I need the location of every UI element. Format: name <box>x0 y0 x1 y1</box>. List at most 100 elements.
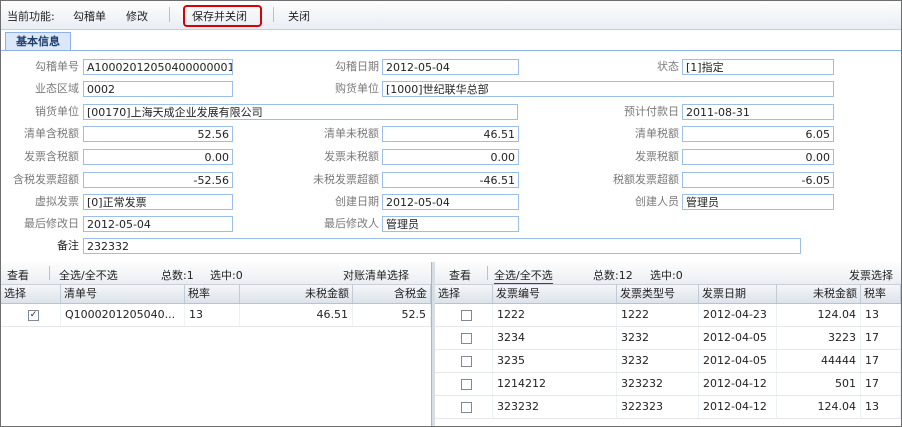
over-tax-label: 税额发票超额 <box>613 173 679 186</box>
invoice-type-cell: 3232 <box>617 350 699 372</box>
row-checkbox[interactable] <box>461 356 472 367</box>
save-close-button[interactable]: 保存并关闭 <box>192 8 247 24</box>
left-col-select[interactable]: 选择 <box>1 285 61 303</box>
amount-cell: 501 <box>777 373 861 395</box>
select-cell <box>435 304 493 326</box>
table-row[interactable]: ✓ Q1000201205040... 13 46.51 52.5 <box>1 304 431 327</box>
amount-cell: 44444 <box>777 350 861 372</box>
rate-cell: 17 <box>861 373 901 395</box>
left-view-button[interactable]: 查看 <box>7 267 29 283</box>
list-selection-panel: 查看 全选/全不选 总数:1 选中:0 对账清单选择 选择 清单号 税率 未税金… <box>1 262 431 426</box>
left-grid-title: 对账清单选择 <box>343 269 409 282</box>
doc-date-field[interactable]: 2012-05-04 <box>382 59 519 75</box>
amount-cell: 3223 <box>777 327 861 349</box>
invoice-date-cell: 2012-04-05 <box>699 350 777 372</box>
row-checkbox[interactable] <box>461 402 472 413</box>
right-grid-title: 发票选择 <box>849 269 893 282</box>
toolbar-divider <box>273 7 274 22</box>
biz-area-label: 业态区域 <box>35 82 79 95</box>
tab-basic-info[interactable]: 基本信息 <box>5 32 71 50</box>
table-row[interactable]: 3234 3232 2012-04-05 3223 17 <box>435 327 901 350</box>
remark-field[interactable]: 232332 <box>83 238 801 254</box>
over-tax-excl-field[interactable]: -46.51 <box>382 172 519 188</box>
left-col-list-no[interactable]: 清单号 <box>61 285 185 303</box>
invoice-type-cell: 1222 <box>617 304 699 326</box>
right-grid-toolbar: 查看 全选/全不选 总数:12 选中:0 发票选择 <box>435 262 901 285</box>
left-grid-header: 选择 清单号 税率 未税金额 含税金 <box>1 285 431 304</box>
buyer-label: 购货单位 <box>335 82 379 95</box>
select-cell <box>435 350 493 372</box>
toolbar-divider <box>49 266 50 280</box>
table-row[interactable]: 323232 322323 2012-04-12 124.04 13 <box>435 396 901 419</box>
status-field[interactable]: [1]指定 <box>682 59 834 75</box>
row-checkbox[interactable]: ✓ <box>28 310 39 321</box>
rate-cell: 13 <box>861 396 901 418</box>
seller-field[interactable]: [00170]上海天成企业发展有限公司 <box>83 104 518 120</box>
created-date-field[interactable]: 2012-05-04 <box>382 194 519 210</box>
virtual-inv-label: 虚拟发票 <box>35 195 79 208</box>
amount-excl-cell: 46.51 <box>240 304 353 326</box>
toolbar: 当前功能: 勾稽单 修改 保存并关闭 关闭 <box>1 1 901 30</box>
right-col-select[interactable]: 选择 <box>435 285 493 303</box>
right-col-amount[interactable]: 未税金额 <box>777 285 861 303</box>
left-select-all-button[interactable]: 全选/全不选 <box>59 267 118 283</box>
invoice-date-cell: 2012-04-12 <box>699 373 777 395</box>
over-tax-field[interactable]: -6.05 <box>682 172 834 188</box>
right-col-invoice-date[interactable]: 发票日期 <box>699 285 777 303</box>
created-date-label: 创建日期 <box>335 195 379 208</box>
window: 当前功能: 勾稽单 修改 保存并关闭 关闭 基本信息 勾稽单号 A1000201… <box>0 0 902 427</box>
over-tax-incl-field[interactable]: -52.56 <box>83 172 233 188</box>
select-cell <box>435 327 493 349</box>
inv-tax-field[interactable]: 0.00 <box>682 149 834 165</box>
pay-date-field[interactable]: 2011-08-31 <box>682 104 834 120</box>
buyer-field[interactable]: [1000]世纪联华总部 <box>382 81 834 97</box>
row-checkbox[interactable] <box>461 333 472 344</box>
creator-field[interactable]: 管理员 <box>682 194 834 210</box>
left-selected-count: 选中:0 <box>210 269 243 282</box>
doc-no-field[interactable]: A10002012050400000001 <box>83 59 233 75</box>
row-checkbox[interactable] <box>461 310 472 321</box>
right-col-invoice-no[interactable]: 发票编号 <box>493 285 617 303</box>
biz-area-field[interactable]: 0002 <box>83 81 233 97</box>
virtual-inv-field[interactable]: [0]正常发票 <box>83 194 233 210</box>
list-tax-excl-field[interactable]: 46.51 <box>382 126 519 142</box>
list-tax-label: 清单税额 <box>635 127 679 140</box>
list-tax-excl-label: 清单未税额 <box>324 127 379 140</box>
toolbar-divider <box>169 7 170 22</box>
invoice-selection-panel: 查看 全选/全不选 总数:12 选中:0 发票选择 选择 发票编号 发票类型号 … <box>435 262 901 426</box>
list-tax-incl-field[interactable]: 52.56 <box>83 126 233 142</box>
right-col-rate[interactable]: 税率 <box>861 285 901 303</box>
remark-label: 备注 <box>57 239 79 252</box>
status-label: 状态 <box>657 60 679 73</box>
left-col-amount-incl[interactable]: 含税金 <box>353 285 431 303</box>
right-select-all-button[interactable]: 全选/全不选 <box>494 267 553 284</box>
inv-tax-excl-field[interactable]: 0.00 <box>382 149 519 165</box>
table-row[interactable]: 3235 3232 2012-04-05 44444 17 <box>435 350 901 373</box>
inv-tax-incl-field[interactable]: 0.00 <box>83 149 233 165</box>
invoice-no-cell: 1222 <box>493 304 617 326</box>
list-tax-field[interactable]: 6.05 <box>682 126 834 142</box>
amount-incl-cell: 52.5 <box>353 304 431 326</box>
rate-cell: 17 <box>861 327 901 349</box>
creator-label: 创建人员 <box>635 195 679 208</box>
invoice-type-cell: 3232 <box>617 327 699 349</box>
invoice-no-cell: 1214212 <box>493 373 617 395</box>
modified-date-field[interactable]: 2012-05-04 <box>83 216 233 232</box>
left-grid-toolbar: 查看 全选/全不选 总数:1 选中:0 对账清单选择 <box>1 262 431 285</box>
modifier-field[interactable]: 管理员 <box>382 216 519 232</box>
close-button[interactable]: 关闭 <box>288 8 310 24</box>
rate-cell: 13 <box>185 304 240 326</box>
left-col-amount-excl[interactable]: 未税金额 <box>240 285 353 303</box>
list-tax-incl-label: 清单含税额 <box>24 127 79 140</box>
right-view-button[interactable]: 查看 <box>449 267 471 283</box>
invoice-no-cell: 3235 <box>493 350 617 372</box>
left-col-rate[interactable]: 税率 <box>185 285 240 303</box>
over-tax-excl-label: 未税发票超额 <box>313 173 379 186</box>
table-row[interactable]: 1222 1222 2012-04-23 124.04 13 <box>435 304 901 327</box>
invoice-type-cell: 322323 <box>617 396 699 418</box>
inv-tax-label: 发票税额 <box>635 150 679 163</box>
select-cell <box>435 373 493 395</box>
right-col-invoice-type[interactable]: 发票类型号 <box>617 285 699 303</box>
table-row[interactable]: 1214212 323232 2012-04-12 501 17 <box>435 373 901 396</box>
row-checkbox[interactable] <box>461 379 472 390</box>
